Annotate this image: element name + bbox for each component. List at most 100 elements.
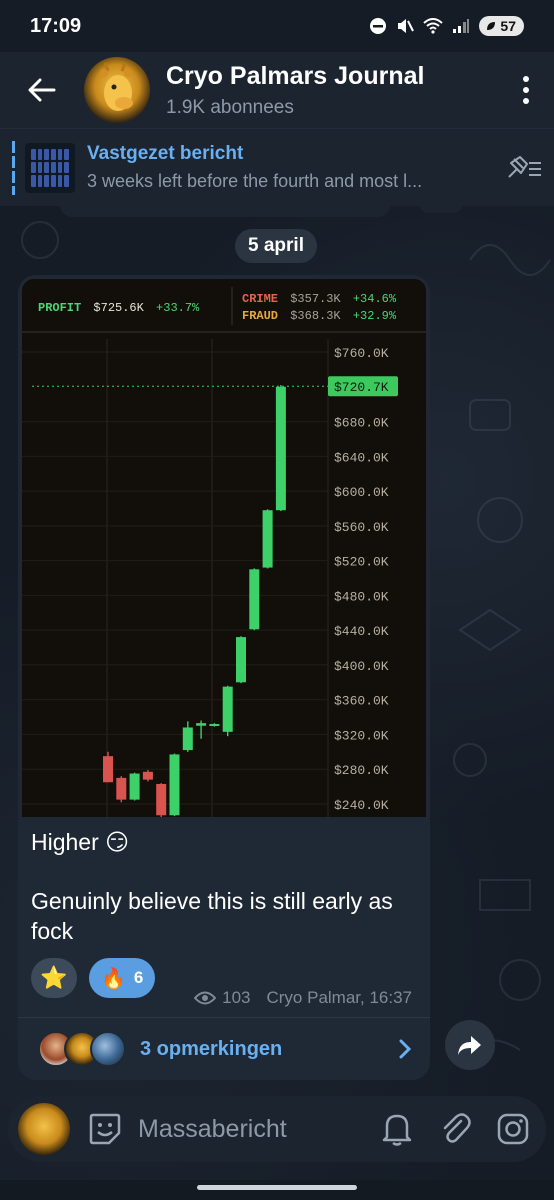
commenter-avatars [38, 1031, 126, 1067]
thumb-pixel [50, 161, 56, 174]
back-arrow-icon [28, 78, 56, 102]
menu-dot [523, 87, 529, 93]
status-bar: 17:09 57 [0, 0, 554, 52]
thumb-pixel [64, 148, 69, 160]
avatar [90, 1031, 126, 1067]
date-separator: 5 april [235, 229, 317, 263]
chevron-right-icon [399, 1039, 412, 1059]
legend-fraud: FRAUD $368.3K +32.9% [242, 309, 397, 323]
candle-body [275, 386, 286, 511]
mute-icon [398, 19, 415, 33]
thumb-pixel [44, 161, 49, 174]
telegram-channel-screen: 17:09 57 Cryo Palmars Journal 1.9K abonn… [0, 0, 554, 1200]
comments-chevron [380, 1038, 430, 1060]
reaction-fire[interactable]: 🔥 6 [89, 958, 156, 998]
sticker-icon [89, 1113, 121, 1145]
notification-toggle-button[interactable] [374, 1106, 420, 1152]
candle-body [209, 724, 220, 727]
y-tick-label: $680.0K [334, 416, 389, 431]
sticker-button[interactable] [82, 1106, 128, 1152]
previous-button-tail [420, 205, 462, 213]
legend-fraud-value: $368.3K [290, 309, 341, 323]
attach-button[interactable] [432, 1106, 478, 1152]
share-button[interactable] [445, 1020, 495, 1070]
thumb-pixel [50, 175, 56, 187]
y-tick-label: $280.0K [334, 763, 389, 778]
leaf-icon [487, 22, 496, 30]
y-tick-label: $520.0K [334, 555, 389, 570]
thumb-pixel [57, 148, 63, 160]
legend-profit: PROFIT $725.6K +33.7% [38, 301, 200, 315]
pinned-list-button[interactable] [494, 155, 554, 181]
thumb-pixel [37, 161, 43, 174]
thumb-pixel [57, 175, 63, 187]
thumb-pixel [31, 161, 36, 174]
candle-body [142, 771, 153, 780]
channel-info[interactable]: Cryo Palmars Journal 1.9K abonnees [166, 62, 498, 119]
thumb-pixel [64, 161, 69, 174]
candle-body [103, 756, 113, 783]
signal-icon [453, 19, 470, 33]
menu-dot [523, 98, 529, 104]
eye-icon [194, 991, 217, 1005]
candle-body [262, 510, 273, 568]
menu-dot [523, 76, 529, 82]
chart-image[interactable]: PROFIT $725.6K +33.7% CRIME $357.3K +34.… [22, 279, 426, 817]
candle-body [116, 777, 127, 800]
legend-crime: CRIME $357.3K +34.6% [242, 292, 397, 306]
battery-indicator: 57 [479, 16, 524, 36]
pinned-text: Vastgezet bericht 3 weeks left before th… [87, 143, 494, 192]
thumb-pixel [37, 148, 43, 160]
legend-crime-value: $357.3K [290, 292, 341, 306]
reaction-star[interactable]: ⭐ [31, 958, 77, 998]
channel-avatar[interactable] [84, 57, 150, 123]
thumb-pixel [50, 148, 56, 160]
camera-button[interactable] [490, 1106, 536, 1152]
candle-body [129, 773, 140, 800]
y-tick-label: $560.0K [334, 520, 389, 535]
y-tick-label: $320.0K [334, 728, 389, 743]
candlestick-chart: PROFIT $725.6K +33.7% CRIME $357.3K +34.… [22, 279, 426, 817]
candle-body [249, 569, 260, 630]
legend-crime-change: +34.6% [353, 292, 397, 306]
message-input[interactable]: Massabericht [138, 1115, 362, 1144]
pin-list-icon [508, 155, 541, 178]
instagram-camera-icon [497, 1113, 529, 1145]
message-line-2: Genuinly believe this is still early as … [31, 888, 393, 944]
more-options-button[interactable] [498, 76, 554, 104]
y-tick-label: $600.0K [334, 485, 389, 500]
message-input-bar: Massabericht [8, 1096, 546, 1162]
legend-profit-value: $725.6K [93, 301, 144, 315]
message-line-1: Higher 😏 [31, 829, 130, 855]
previous-message-tail [60, 205, 390, 217]
bell-icon [382, 1114, 412, 1146]
pinned-message-bar[interactable]: Vastgezet bericht 3 weeks left before th… [0, 128, 554, 206]
candle-body [182, 727, 193, 751]
y-tick-label: $360.0K [334, 694, 389, 709]
pinned-thumbnail [25, 142, 75, 193]
comments-label: 3 opmerkingen [140, 1037, 283, 1060]
message-meta: 103 Cryo Palmar, 16:37 [194, 988, 412, 1008]
y-tick-label: $240.0K [334, 798, 389, 813]
message-text: Higher 😏 Genuinly believe this is still … [31, 827, 426, 946]
clock-time: 17:09 [30, 14, 82, 37]
channel-post[interactable]: PROFIT $725.6K +33.7% CRIME $357.3K +34.… [18, 275, 430, 1080]
legend-profit-label: PROFIT [38, 301, 81, 315]
pinned-indicator [12, 140, 15, 195]
send-as-avatar[interactable] [18, 1103, 70, 1155]
do-not-disturb-icon [370, 18, 387, 34]
home-indicator[interactable] [197, 1185, 357, 1190]
chat-header: Cryo Palmars Journal 1.9K abonnees [0, 52, 554, 128]
channel-title: Cryo Palmars Journal [166, 61, 425, 90]
thumb-pixel [64, 175, 69, 187]
reactions: ⭐ 🔥 6 [31, 958, 156, 998]
thumb-pixel [44, 148, 49, 160]
candle-body [156, 783, 167, 816]
legend-crime-label: CRIME [242, 292, 278, 306]
back-button[interactable] [0, 52, 84, 128]
legend-fraud-change: +32.9% [353, 309, 397, 323]
status-icons: 57 [369, 16, 524, 36]
y-tick-label: $760.0K [334, 346, 389, 361]
thumb-pixel [57, 161, 63, 174]
comments-bar[interactable]: 3 opmerkingen [18, 1017, 430, 1080]
